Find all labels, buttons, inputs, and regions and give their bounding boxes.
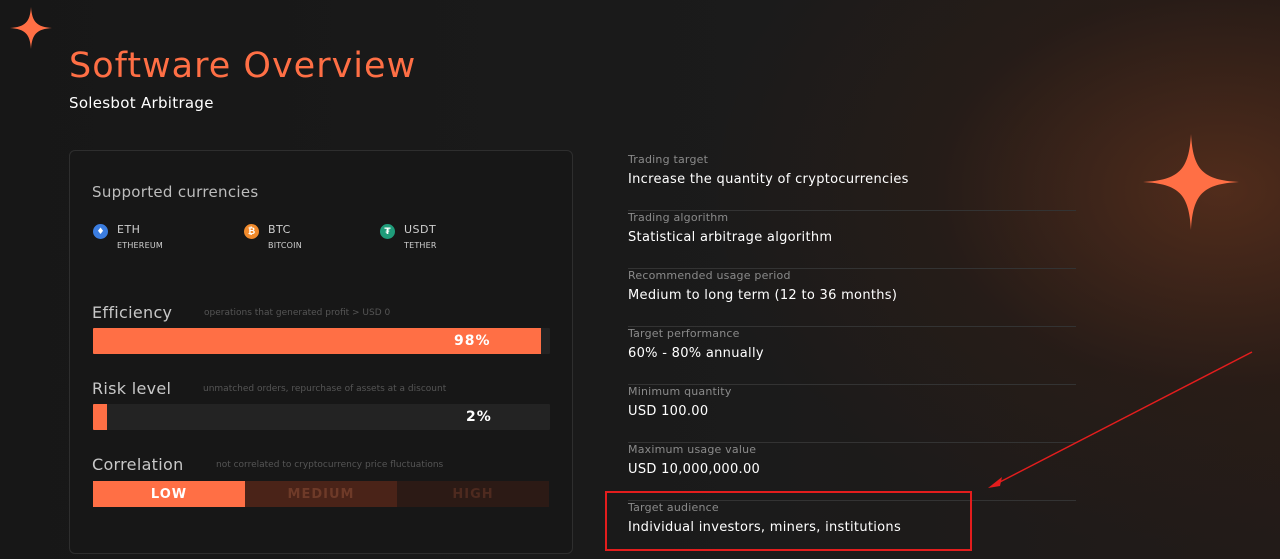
efficiency-value: 98% xyxy=(454,333,491,349)
correlation-low: LOW xyxy=(93,481,245,507)
detail-label: Recommended usage period xyxy=(628,269,791,282)
risk-level-value: 2% xyxy=(466,409,492,425)
supported-currencies-title: Supported currencies xyxy=(92,183,259,201)
risk-level-note: unmatched orders, repurchase of assets a… xyxy=(203,384,447,394)
page-title: Software Overview xyxy=(69,46,417,86)
detail-value: Statistical arbitrage algorithm xyxy=(628,230,833,245)
page-subtitle: Solesbot Arbitrage xyxy=(69,94,214,112)
detail-label: Minimum quantity xyxy=(628,385,732,398)
detail-value: Increase the quantity of cryptocurrencie… xyxy=(628,172,909,187)
correlation-note: not correlated to cryptocurrency price f… xyxy=(216,460,444,470)
detail-minimum-quantity: Minimum quantity USD 100.00 xyxy=(628,385,1076,443)
currency-name: TETHER xyxy=(404,241,437,250)
detail-label: Maximum usage value xyxy=(628,443,757,456)
detail-target-performance: Target performance 60% - 80% annually xyxy=(628,327,1076,385)
sparkle-large-icon xyxy=(1143,134,1239,230)
currency-btc: ₿ BTC BITCOIN xyxy=(244,223,302,250)
ethereum-icon: ♦ xyxy=(93,224,108,239)
detail-value: USD 100.00 xyxy=(628,404,709,419)
detail-trading-algorithm: Trading algorithm Statistical arbitrage … xyxy=(628,211,1076,269)
detail-label: Trading algorithm xyxy=(628,211,729,224)
detail-value: 60% - 80% annually xyxy=(628,346,764,361)
detail-value: Medium to long term (12 to 36 months) xyxy=(628,288,898,303)
currency-name: BITCOIN xyxy=(268,241,302,250)
detail-usage-period: Recommended usage period Medium to long … xyxy=(628,269,1076,327)
currency-name: ETHEREUM xyxy=(117,241,163,250)
currency-code: ETH xyxy=(117,223,141,236)
correlation-high: HIGH xyxy=(397,481,549,507)
annotation-highlight-box xyxy=(605,491,972,551)
detail-trading-target: Trading target Increase the quantity of … xyxy=(628,153,1076,211)
detail-value: USD 10,000,000.00 xyxy=(628,462,761,477)
tether-icon: ₮ xyxy=(380,224,395,239)
currency-code: BTC xyxy=(268,223,291,236)
currency-code: USDT xyxy=(404,223,437,236)
efficiency-note: operations that generated profit > USD 0 xyxy=(204,308,391,318)
risk-level-bar-fill xyxy=(93,404,107,430)
efficiency-label: Efficiency xyxy=(92,303,173,322)
detail-label: Target performance xyxy=(628,327,740,340)
currency-usdt: ₮ USDT TETHER xyxy=(380,223,437,250)
currency-eth: ♦ ETH ETHEREUM xyxy=(93,223,163,250)
correlation-label: Correlation xyxy=(92,455,184,474)
bitcoin-icon: ₿ xyxy=(244,224,259,239)
risk-level-label: Risk level xyxy=(92,379,172,398)
correlation-medium: MEDIUM xyxy=(245,481,397,507)
detail-label: Trading target xyxy=(628,153,709,166)
sparkle-small-icon xyxy=(10,7,52,49)
